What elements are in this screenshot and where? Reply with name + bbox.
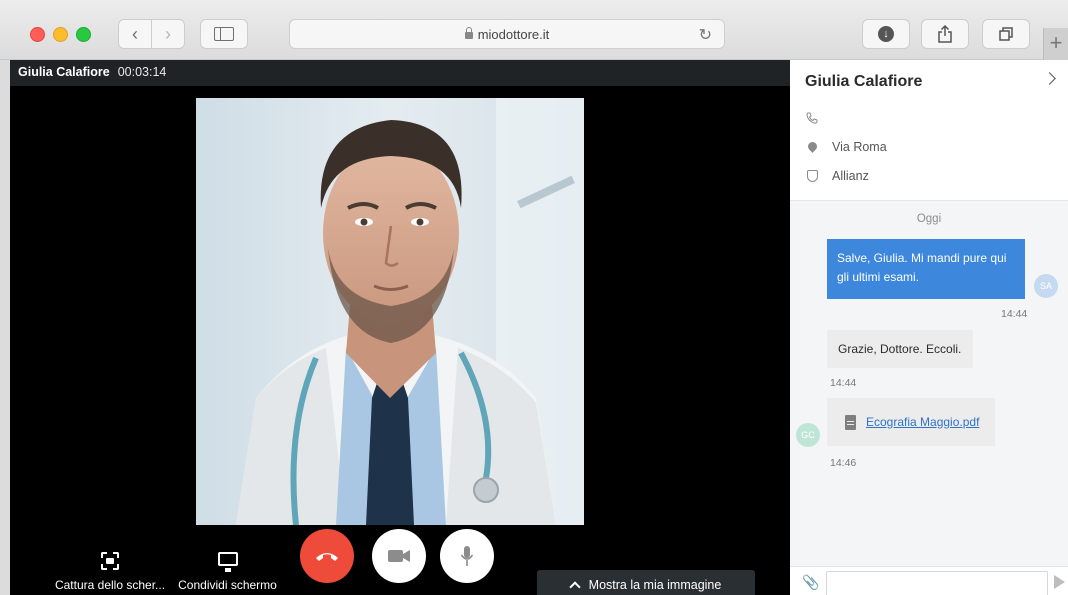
address-bar[interactable]: miodottore.it ↻	[289, 19, 725, 49]
chevron-left-icon: ‹	[132, 23, 138, 44]
screen-capture-label: Cattura dello scher...	[54, 578, 166, 592]
hang-up-button[interactable]	[300, 529, 354, 583]
phone-hangup-icon	[316, 553, 338, 561]
microphone-icon	[460, 546, 474, 566]
chat-message-incoming: Grazie, Dottore. Eccoli.	[827, 330, 973, 368]
patient-phone-row	[806, 112, 818, 124]
map-pin-icon	[805, 140, 819, 153]
shield-icon	[806, 170, 818, 182]
tab-overview-button[interactable]	[982, 19, 1030, 49]
sidebar-toggle-button[interactable]	[200, 19, 248, 49]
show-my-image-button[interactable]: Mostra la mia immagine	[537, 570, 755, 595]
download-icon: ↓	[878, 26, 894, 42]
chat-file-attachment[interactable]: Ecografia Maggio.pdf	[827, 398, 995, 446]
doctor-avatar: SA	[1034, 274, 1058, 298]
fullscreen-window-button[interactable]	[76, 27, 91, 42]
minimize-window-button[interactable]	[53, 27, 68, 42]
lock-icon	[464, 26, 473, 39]
chevron-right-icon: ›	[165, 23, 171, 44]
share-button[interactable]	[921, 19, 969, 49]
camera-toggle-button[interactable]	[372, 529, 426, 583]
message-time: 14:44	[830, 377, 857, 389]
message-time: 14:44	[1001, 308, 1028, 320]
call-header: Giulia Calafiore 00:03:14	[10, 60, 790, 86]
share-screen-label: Condividi schermo	[178, 578, 277, 592]
back-button[interactable]: ‹	[118, 19, 152, 49]
tabs-icon	[999, 27, 1013, 41]
call-timer: 00:03:14	[117, 65, 167, 79]
microphone-toggle-button[interactable]	[440, 529, 494, 583]
camera-capture-icon	[101, 552, 119, 570]
remote-video-feed	[196, 98, 584, 525]
message-time: 14:46	[830, 457, 857, 469]
monitor-icon	[217, 552, 238, 572]
screen-capture-button[interactable]: Cattura dello scher...	[50, 552, 170, 592]
patient-insurance-row: Allianz	[806, 169, 869, 183]
patient-address-row: Via Roma	[805, 140, 887, 154]
attachment-link[interactable]: Ecografia Maggio.pdf	[866, 415, 979, 429]
video-camera-icon	[388, 550, 410, 562]
chat-composer: 📎	[790, 566, 1068, 595]
patient-panel: Giulia Calafiore Via Roma Allianz Oggi S…	[790, 60, 1068, 595]
forward-button[interactable]: ›	[151, 19, 185, 49]
patient-insurance: Allianz	[832, 169, 869, 183]
doctor-portrait-image	[196, 98, 584, 525]
window-edge	[0, 60, 10, 595]
show-my-image-label: Mostra la mia immagine	[588, 578, 722, 592]
share-icon	[938, 25, 952, 43]
caller-name: Giulia Calafiore	[18, 65, 110, 79]
sidebar-icon	[214, 27, 234, 41]
phone-icon	[806, 112, 818, 124]
chat-message-outgoing: Salve, Giulia. Mi mandi pure qui gli ult…	[827, 239, 1025, 299]
chat-day-label: Oggi	[916, 213, 942, 225]
send-icon[interactable]	[1054, 575, 1065, 589]
browser-toolbar: ‹ › miodottore.it ↻ ↓ +	[0, 0, 1068, 60]
new-tab-button[interactable]: +	[1043, 28, 1068, 60]
patient-avatar: GC	[796, 423, 820, 447]
close-window-button[interactable]	[30, 27, 45, 42]
chevron-right-icon[interactable]	[1043, 72, 1056, 85]
document-icon	[845, 414, 856, 430]
share-screen-button[interactable]: Condividi schermo	[170, 552, 285, 592]
chevron-up-icon	[568, 581, 581, 593]
chat-thread: Oggi Salve, Giulia. Mi mandi pure qui gl…	[790, 200, 1068, 566]
message-input[interactable]	[826, 571, 1048, 595]
url-text: miodottore.it	[477, 26, 550, 42]
video-call-area: Giulia Calafiore 00:03:14 Cattura dello …	[10, 60, 790, 595]
downloads-button[interactable]: ↓	[862, 19, 910, 49]
patient-address: Via Roma	[832, 140, 887, 154]
paperclip-icon[interactable]: 📎	[802, 574, 819, 591]
patient-name-heading: Giulia Calafiore	[805, 73, 923, 90]
reload-icon[interactable]: ↻	[699, 25, 712, 45]
